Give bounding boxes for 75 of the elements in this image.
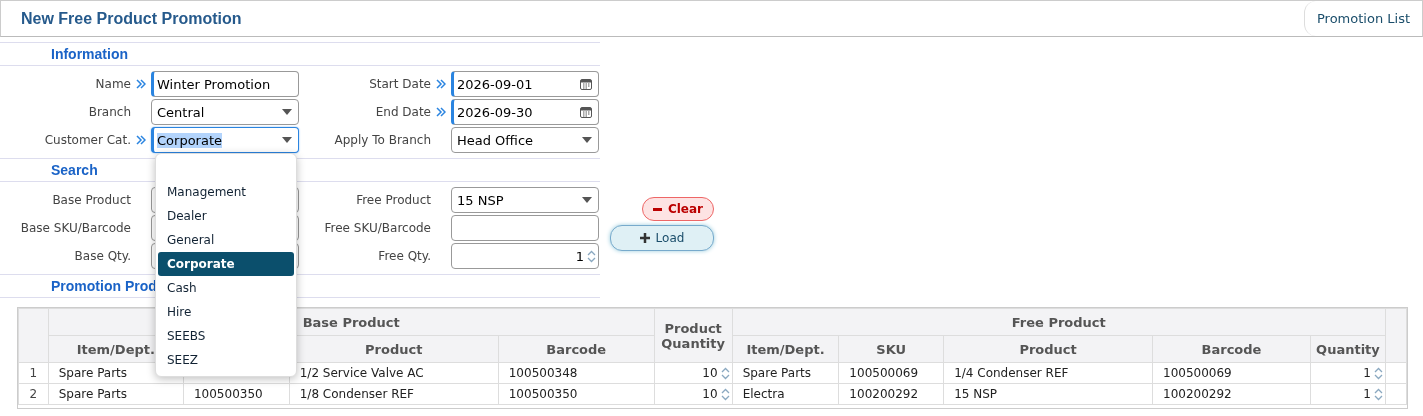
- dropdown-option[interactable]: Management: [158, 180, 294, 204]
- caret-icon: [282, 137, 292, 143]
- table-cell: 100200292: [838, 383, 944, 405]
- calendar-icon: [580, 106, 592, 118]
- quantity-cell[interactable]: 10: [654, 383, 733, 405]
- column-header: Product: [943, 335, 1153, 363]
- column-header: SKU: [838, 335, 944, 363]
- required-icon: [136, 135, 146, 145]
- table-cell: 100500350: [498, 383, 655, 405]
- required-icon: [436, 107, 446, 117]
- field-label: Start Date: [368, 77, 431, 91]
- dropdown-field[interactable]: Corporate: [151, 127, 299, 153]
- table-cell: Electra: [732, 383, 839, 405]
- table-cell: 100200292: [1152, 383, 1311, 405]
- section-title: Information: [0, 42, 600, 66]
- table-cell: 100500069: [1152, 362, 1311, 384]
- dropdown-field[interactable]: 15 NSP: [451, 187, 599, 213]
- quantity-cell[interactable]: 1: [1310, 362, 1386, 384]
- text-field[interactable]: [451, 215, 599, 241]
- field-label: Base Product: [51, 193, 131, 207]
- row-number: 1: [18, 362, 49, 384]
- field-label: Branch: [87, 105, 131, 119]
- column-header: Barcode: [1152, 335, 1311, 363]
- spinner-icon[interactable]: [587, 249, 596, 263]
- date-field[interactable]: 2026-09-01: [451, 71, 599, 97]
- column-header: Product Quantity: [654, 308, 733, 363]
- field-label: Base Qty.: [73, 249, 131, 263]
- spinner-icon[interactable]: [1373, 366, 1383, 380]
- page-title: New Free Product Promotion: [20, 9, 242, 28]
- number-field[interactable]: 1: [451, 243, 599, 269]
- field-label: Free Qty.: [377, 249, 431, 263]
- field-label: Free Product: [355, 193, 431, 207]
- field-label: Base SKU/Barcode: [19, 221, 131, 235]
- plus-icon: [639, 233, 650, 243]
- caret-icon: [582, 197, 592, 203]
- row-number: 2: [18, 383, 49, 405]
- dropdown-option[interactable]: Dealer: [158, 204, 294, 228]
- spinner-icon[interactable]: [1373, 387, 1383, 401]
- date-field[interactable]: 2026-09-30: [451, 99, 599, 125]
- field-label: Apply To Branch: [333, 133, 431, 147]
- calendar-icon: [580, 78, 592, 90]
- text-field[interactable]: Winter Promotion: [151, 71, 299, 97]
- column-header: Quantity: [1310, 335, 1386, 363]
- column-header: Barcode: [498, 335, 655, 363]
- caret-icon: [582, 137, 592, 143]
- table-cell: 1/8 Condenser REF: [289, 383, 499, 405]
- field-label: Customer Cat.: [43, 133, 131, 147]
- required-icon: [136, 79, 146, 89]
- table-cell: Spare Parts: [48, 383, 184, 405]
- spinner-icon[interactable]: [720, 366, 730, 380]
- dropdown-field[interactable]: Head Office: [451, 127, 599, 153]
- quantity-cell[interactable]: 10: [654, 362, 733, 384]
- table-cell: 1/4 Condenser REF: [943, 362, 1153, 384]
- load-button[interactable]: Load: [610, 225, 714, 251]
- dropdown-option[interactable]: General: [158, 228, 294, 252]
- caret-icon: [282, 109, 292, 115]
- dropdown-option[interactable]: Corporate: [158, 252, 294, 276]
- quantity-cell[interactable]: 1: [1310, 383, 1386, 405]
- spinner-icon[interactable]: [720, 387, 730, 401]
- clear-button[interactable]: Clear: [641, 197, 714, 221]
- table-cell: 100500350: [183, 383, 290, 405]
- column-group-header: Free Product: [732, 308, 1386, 336]
- table-cell: 100500069: [838, 362, 944, 384]
- column-header: Item/Dept.: [732, 335, 839, 363]
- field-label: End Date: [374, 105, 431, 119]
- minus-icon: [652, 207, 662, 211]
- table-cell: 15 NSP: [943, 383, 1153, 405]
- required-icon: [436, 79, 446, 89]
- table-cell: 1/2 Service Valve AC: [289, 362, 499, 384]
- table-cell: Spare Parts: [732, 362, 839, 384]
- table-cell: 100500348: [498, 362, 655, 384]
- field-label: Free SKU/Barcode: [323, 221, 431, 235]
- dropdown-option[interactable]: Cash: [158, 276, 294, 300]
- dropdown-field[interactable]: Central: [151, 99, 299, 125]
- field-label: Name: [94, 77, 131, 91]
